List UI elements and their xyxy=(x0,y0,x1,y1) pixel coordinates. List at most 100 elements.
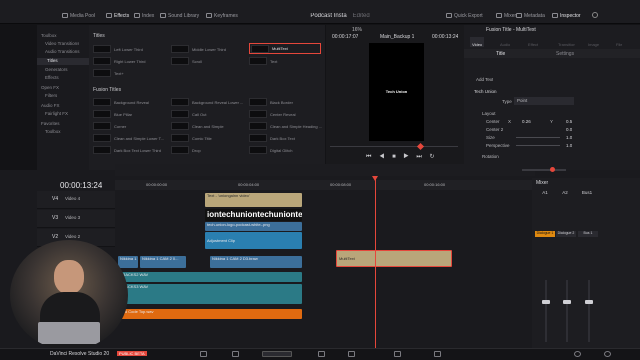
home-icon[interactable] xyxy=(574,351,581,357)
fusion-title-tile[interactable]: Dark Box Text xyxy=(249,133,295,143)
fusion-title-tile[interactable]: Black Border xyxy=(249,97,293,107)
tree-item-effects[interactable]: Effects xyxy=(45,75,59,82)
fader-bus1-knob[interactable] xyxy=(585,300,593,304)
video-clip[interactable]: Nikkina 1 CAM 2 D3.braw xyxy=(210,256,302,268)
subtab-title[interactable]: Title xyxy=(496,51,505,57)
multitext-title-clip[interactable]: MultiText xyxy=(336,250,452,267)
fusion-title-tile[interactable]: Dark Box Text Lower Third xyxy=(93,145,161,155)
edit-page-icon[interactable] xyxy=(262,351,292,357)
settings-icon[interactable] xyxy=(592,12,598,18)
fusion-page-icon[interactable] xyxy=(318,351,325,357)
volume-knob[interactable] xyxy=(550,167,555,172)
rotation-label[interactable]: Rotation xyxy=(482,154,499,159)
keyframes-button[interactable]: Keyframes xyxy=(206,11,238,20)
insert-dialogue1[interactable]: Dialogue 1 xyxy=(535,231,555,237)
timeline-ruler[interactable] xyxy=(115,180,532,190)
track-header-v4[interactable]: V4 Video 4 xyxy=(37,191,115,209)
fusion-title-tile[interactable]: Drop xyxy=(171,145,201,155)
tree-item-toolbox-fav[interactable]: Toolbox xyxy=(45,129,61,136)
tree-item-toolbox[interactable]: Toolbox xyxy=(41,33,57,40)
fusion-title-tile[interactable]: Center Reveal xyxy=(249,109,296,119)
sound-library-button[interactable]: Sound Library xyxy=(160,11,199,20)
tree-item-fairlight-fx[interactable]: Fairlight FX xyxy=(45,111,68,118)
multitext-clip[interactable]: iontechuniontechuniontechunion xyxy=(205,209,302,221)
perspective-slider[interactable] xyxy=(516,145,560,146)
tab-audio[interactable]: Audio xyxy=(500,42,510,47)
tree-item-titles[interactable]: Titles xyxy=(37,58,89,65)
media-page-icon[interactable] xyxy=(200,351,207,357)
layer-name[interactable]: Tech Union xyxy=(474,89,497,94)
volume-slider[interactable] xyxy=(522,169,566,171)
cut-page-icon[interactable] xyxy=(232,351,239,357)
size-slider[interactable] xyxy=(516,137,560,138)
tab-video[interactable]: Video xyxy=(472,42,482,47)
add-text-button[interactable]: Add Text xyxy=(476,77,493,82)
fairlight-page-icon[interactable] xyxy=(394,351,401,357)
fader-bus1[interactable] xyxy=(588,280,590,342)
insert-bus1[interactable]: Bus 1 xyxy=(578,231,598,237)
title-tile[interactable]: Scroll xyxy=(171,56,202,66)
fusion-title-tile[interactable]: Corner xyxy=(93,121,126,131)
tab-transition[interactable]: Transition xyxy=(558,42,575,47)
title-tile-selected[interactable]: MultiText xyxy=(249,43,321,54)
size-field[interactable]: 1.0 xyxy=(566,135,572,140)
metadata-button[interactable]: Metadata xyxy=(516,11,545,20)
perspective-field[interactable]: 1.0 xyxy=(566,143,572,148)
media-pool-button[interactable]: Media Pool xyxy=(62,11,95,20)
fusion-title-tile[interactable]: Clean and Simple xyxy=(171,121,224,131)
fusion-title-tile[interactable]: Background Reveal xyxy=(93,97,149,107)
fader-a1[interactable] xyxy=(545,280,547,342)
title-tile[interactable]: Text+ xyxy=(93,68,124,78)
adjustment-clip[interactable]: Adjustment Clip xyxy=(205,232,302,249)
logo-clip[interactable]: tech-union-logo-podcast-white-.png xyxy=(205,222,302,231)
tree-item-audio-fx[interactable]: Audio FX xyxy=(41,103,60,110)
title-tile[interactable]: Right Lower Third xyxy=(93,56,146,66)
track-header-v3[interactable]: V3 Video 3 xyxy=(37,210,115,228)
video-clip[interactable]: Nikkina 1 xyxy=(118,256,138,268)
video-clip[interactable]: Nikkina 1 CAM 2 0... xyxy=(140,256,186,268)
tree-item-audio-transitions[interactable]: Audio Transitions xyxy=(45,49,80,56)
fusion-title-tile[interactable]: Background Reveal Lower ... xyxy=(171,97,243,107)
mixer-button[interactable]: Mixer xyxy=(496,11,516,20)
preview-screen[interactable]: Tech Union xyxy=(369,43,424,141)
quick-export-button[interactable]: Quick Export xyxy=(446,11,483,20)
audio-clip[interactable]: TRACKS2 WAV xyxy=(118,272,302,282)
center-y-field[interactable]: 0.5 xyxy=(566,119,572,124)
color-page-icon[interactable] xyxy=(348,351,355,357)
index-button[interactable]: Index xyxy=(134,11,154,20)
center-x-field[interactable]: 0.26 xyxy=(522,119,531,124)
layout-label[interactable]: Layout xyxy=(482,111,496,116)
subtab-settings[interactable]: Settings xyxy=(556,51,574,57)
text-clip[interactable]: Text - 'uniongalnn video' xyxy=(205,193,302,207)
type-dropdown[interactable]: Point xyxy=(514,97,574,105)
inspector-button[interactable]: Inspector xyxy=(552,11,581,20)
tab-file[interactable]: File xyxy=(616,42,622,47)
tab-image[interactable]: Image xyxy=(588,42,599,47)
center2-field[interactable]: 0.0 xyxy=(566,127,572,132)
tree-item-open-fx[interactable]: Open FX xyxy=(41,85,59,92)
deliver-page-icon[interactable] xyxy=(434,351,441,357)
playhead[interactable] xyxy=(375,176,376,348)
timeline-name[interactable]: Main_Backup 1 xyxy=(380,34,414,40)
zoom-level[interactable]: 16% xyxy=(352,27,362,33)
title-tile[interactable]: Text xyxy=(249,56,277,66)
project-settings-icon[interactable] xyxy=(604,351,611,357)
effects-button[interactable]: Effects xyxy=(106,11,129,20)
viewer-scrubber[interactable] xyxy=(330,146,458,147)
fader-a1-knob[interactable] xyxy=(542,300,550,304)
playhead-handle[interactable] xyxy=(372,176,378,181)
fusion-title-tile[interactable]: Digital Glitch xyxy=(249,145,292,155)
fusion-title-tile[interactable]: Clean and Simple Lower T... xyxy=(93,133,164,143)
fusion-title-tile[interactable]: Clean and Simple Heading ... xyxy=(249,121,322,131)
tab-effect[interactable]: Effect xyxy=(528,42,538,47)
tree-item-video-transitions[interactable]: Video Transitions xyxy=(45,41,79,48)
fusion-title-tile[interactable]: Call Out xyxy=(171,109,206,119)
tree-item-generators[interactable]: Generators xyxy=(45,67,68,74)
fader-a2-knob[interactable] xyxy=(563,300,571,304)
fusion-title-tile[interactable]: Blue Pillar xyxy=(93,109,132,119)
title-tile[interactable]: Middle Lower Third xyxy=(171,44,226,54)
title-tile[interactable]: Left Lower Third xyxy=(93,44,143,54)
tree-item-filters[interactable]: Filters xyxy=(45,93,57,100)
insert-dialogue2[interactable]: Dialogue 2 xyxy=(556,231,576,237)
fader-a2[interactable] xyxy=(566,280,568,342)
